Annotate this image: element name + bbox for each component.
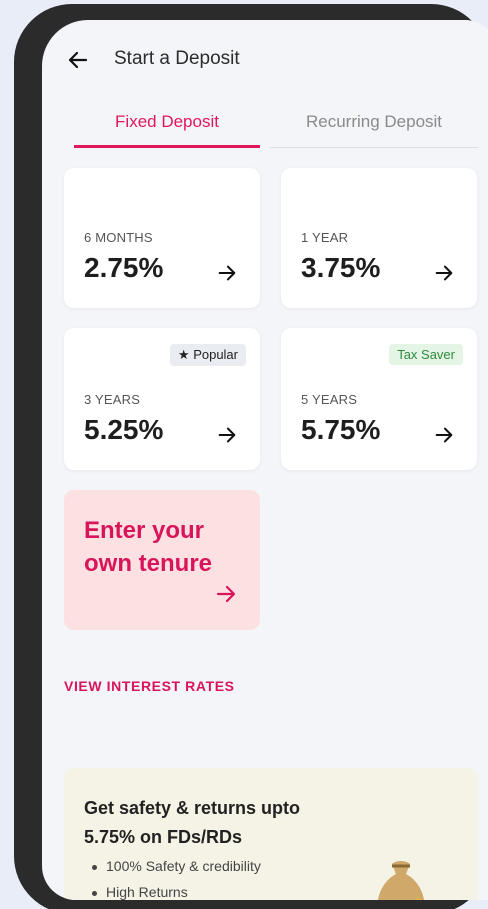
badge-label: Popular [193, 347, 238, 362]
popular-badge: ★ Popular [169, 344, 246, 366]
app-screen: Start a Deposit Fixed Deposit Recurring … [42, 20, 488, 900]
tenure-card-1-year[interactable]: 1 YEAR 3.75% [281, 168, 477, 308]
app-header: Start a Deposit [42, 40, 488, 80]
rate-value: 2.75% [84, 252, 164, 283]
arrow-left-icon[interactable] [66, 48, 90, 72]
arrow-right-icon [218, 265, 236, 281]
enter-own-tenure-card[interactable]: Enter your own tenure [64, 490, 260, 630]
view-interest-rates-link[interactable]: VIEW INTEREST RATES [64, 678, 235, 694]
rate-value: 5.75% [301, 414, 381, 445]
tenure-label: 1 YEAR [301, 230, 349, 245]
promo-headline: Get safety & returns upto 5.75% on FDs/R… [84, 798, 301, 847]
tenure-label: 3 YEARS [84, 392, 141, 407]
promo-bullet: High Returns [92, 884, 261, 900]
tenure-label: 5 YEARS [301, 392, 358, 407]
rate-value: 5.25% [84, 414, 164, 445]
deposit-tabs: Fixed Deposit Recurring Deposit [42, 108, 488, 148]
tax-saver-badge: Tax Saver [389, 344, 463, 365]
arrow-right-icon [435, 427, 453, 443]
tab-fixed-deposit[interactable]: Fixed Deposit [74, 108, 260, 148]
tenure-card-6-months[interactable]: 6 MONTHS 2.75% [64, 168, 260, 308]
arrow-right-icon [435, 265, 453, 281]
rate-value: 3.75% [301, 252, 381, 283]
money-bag-icon [378, 861, 424, 900]
own-tenure-label: Enter your own tenure [84, 517, 213, 577]
arrow-right-icon [216, 585, 236, 603]
tab-recurring-deposit[interactable]: Recurring Deposit [270, 108, 478, 148]
page-title: Start a Deposit [114, 48, 240, 69]
promo-banner: Get safety & returns upto 5.75% on FDs/R… [64, 768, 478, 900]
star-icon: ★ [177, 347, 190, 362]
tenure-card-5-years[interactable]: Tax Saver 5 YEARS 5.75% [281, 328, 477, 470]
tenure-card-3-years[interactable]: ★ Popular 3 YEARS 5.25% [64, 328, 260, 470]
tenure-label: 6 MONTHS [84, 230, 153, 245]
arrow-right-icon [218, 427, 236, 443]
promo-bullets: 100% Safety & credibility High Returns [92, 858, 261, 900]
phone-frame: Start a Deposit Fixed Deposit Recurring … [14, 4, 488, 909]
promo-bullet: 100% Safety & credibility [92, 858, 261, 874]
